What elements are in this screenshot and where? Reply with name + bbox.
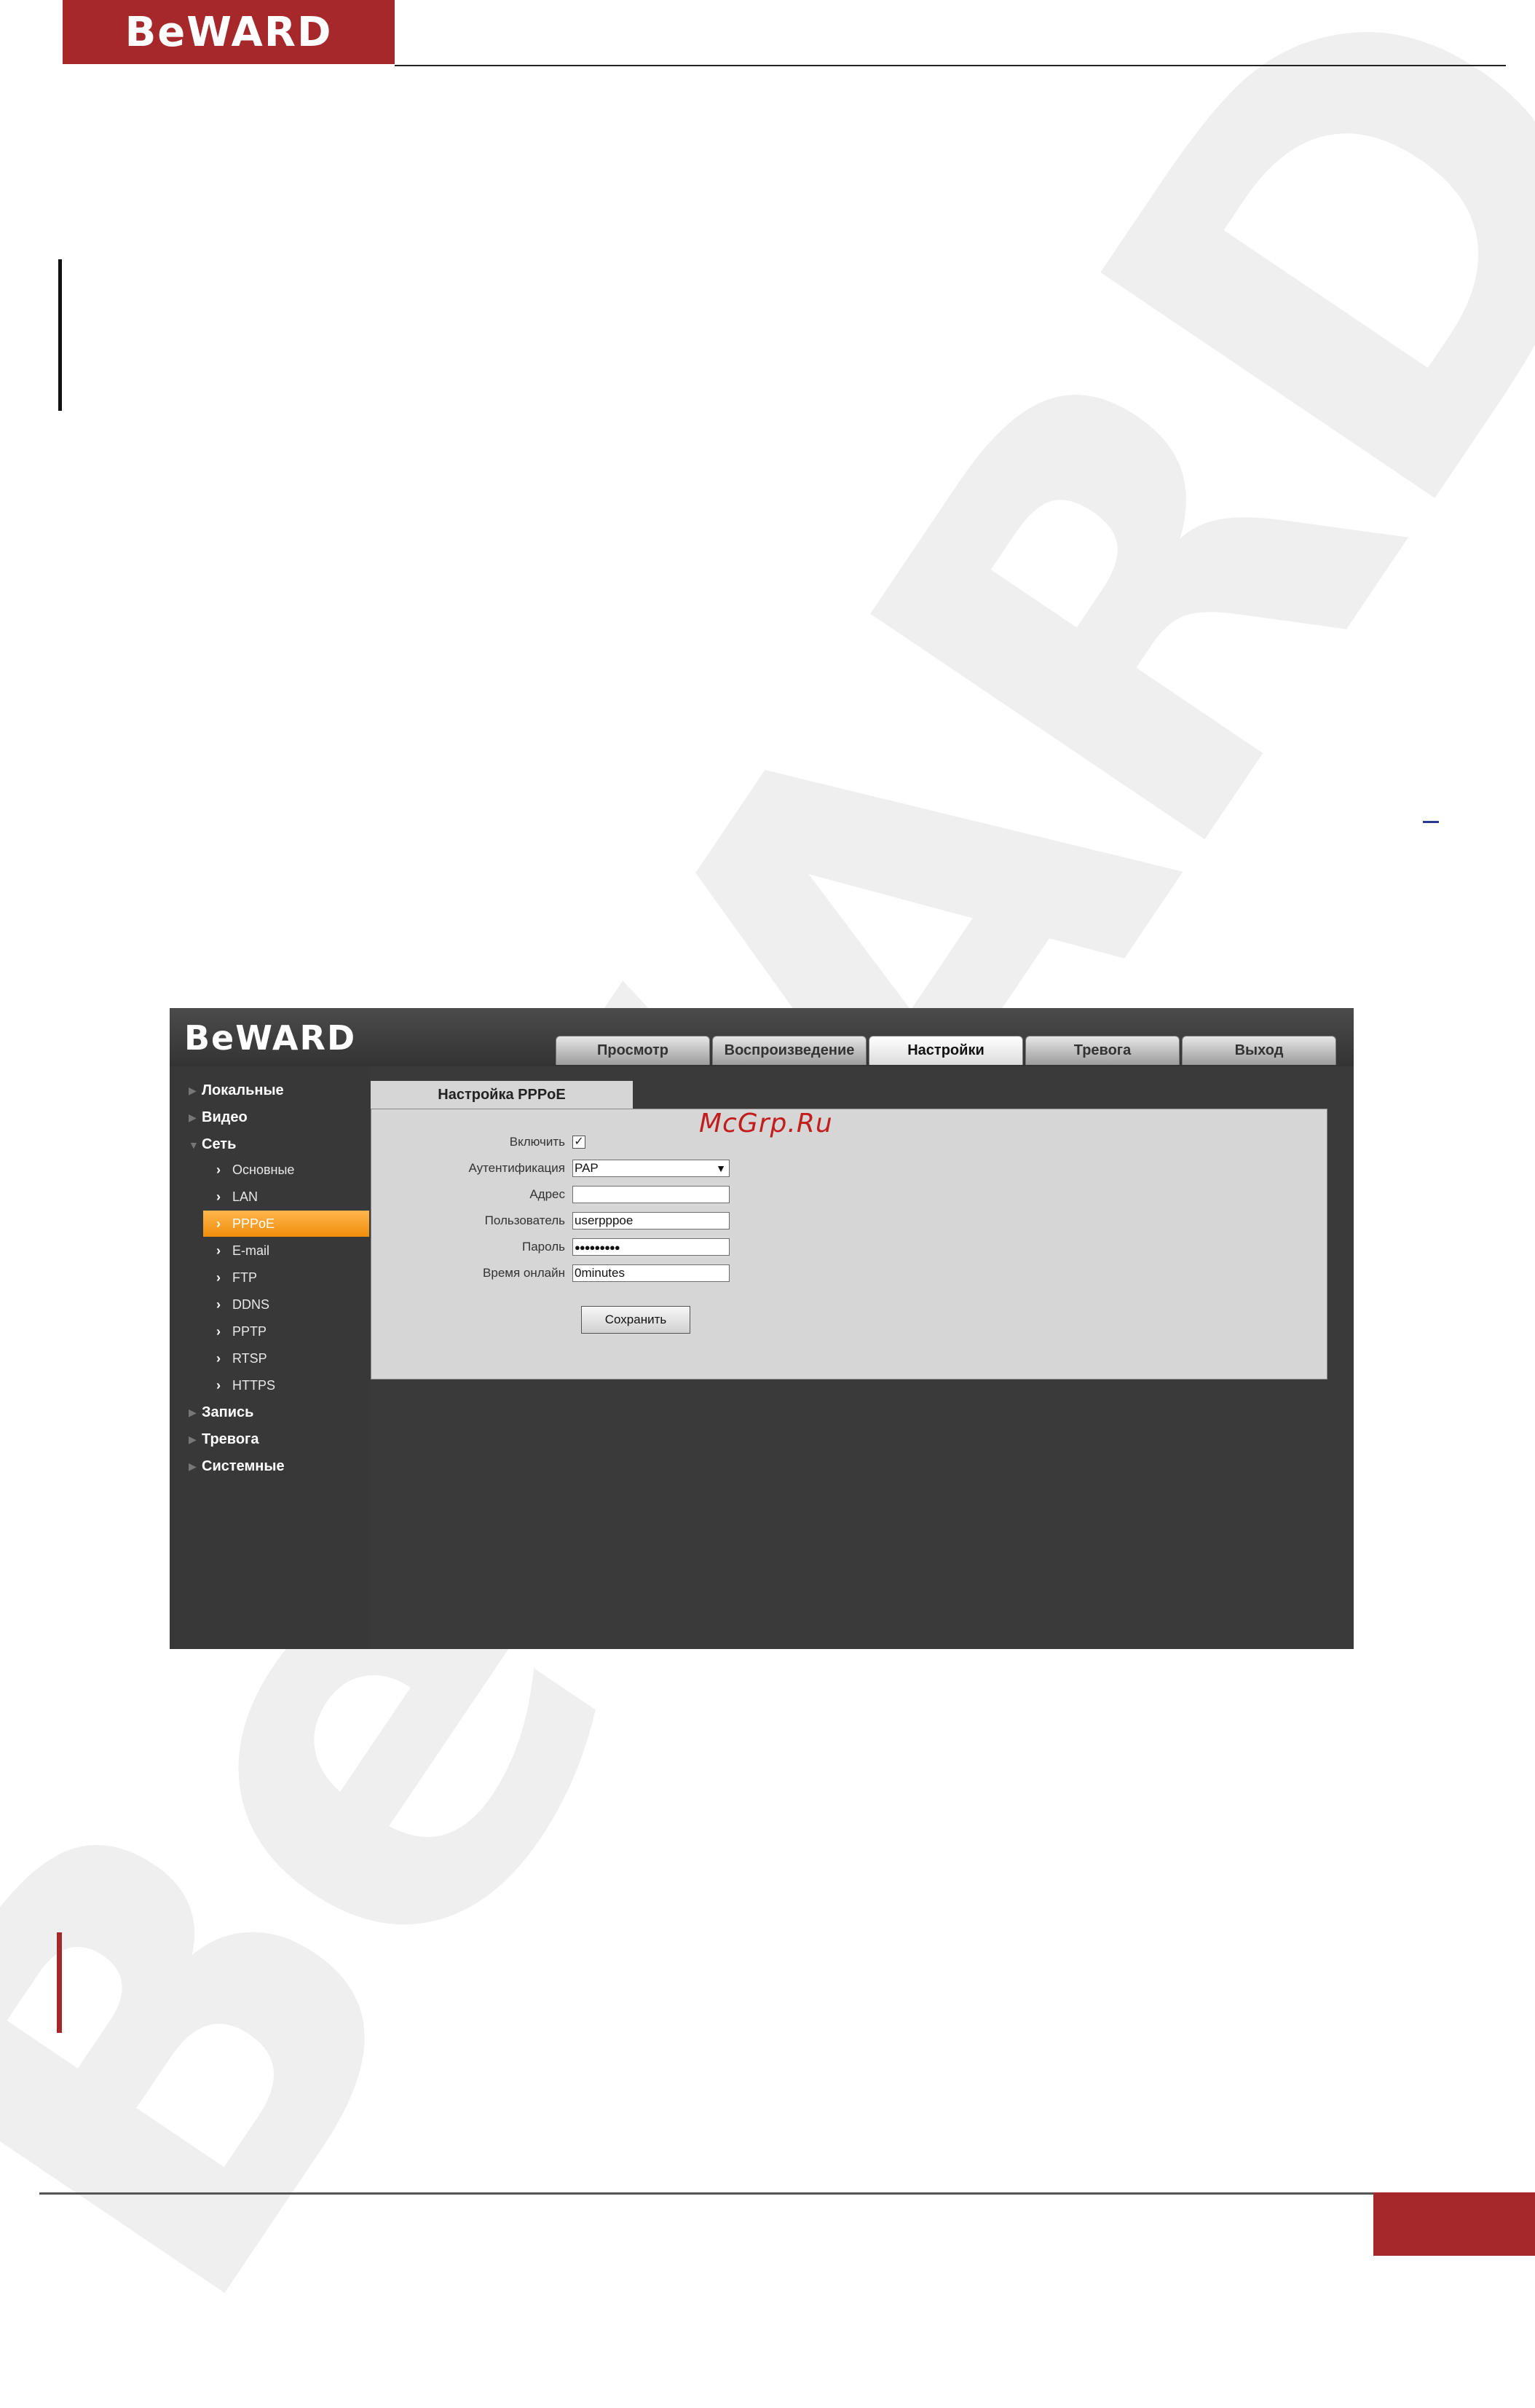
settings-sidebar: ▶ Локальные ▶ Видео ▼ Сеть › Основные › …	[170, 1066, 370, 1649]
chevron-right-icon: ›	[216, 1270, 221, 1285]
tab-preview[interactable]: Просмотр	[556, 1036, 710, 1065]
chevron-right-icon: ›	[216, 1323, 221, 1339]
sidebar-item-pptp[interactable]: › PPTP	[203, 1318, 369, 1345]
app-logo-text: BeWARD	[184, 1018, 357, 1058]
sidebar-item-label: HTTPS	[232, 1377, 276, 1393]
section-marker-red	[57, 1932, 62, 2033]
sidebar-item-https[interactable]: › HTTPS	[203, 1372, 369, 1398]
sidebar-category-label: Запись	[202, 1404, 254, 1420]
auth-label: Аутентификация	[468, 1161, 565, 1175]
user-label: Пользователь	[484, 1213, 565, 1227]
sidebar-category-label: Видео	[202, 1109, 248, 1125]
sidebar-category-label: Локальные	[202, 1082, 284, 1098]
sidebar-item-pppoe[interactable]: › PPPoE	[203, 1211, 369, 1237]
sidebar-category-label: Сеть	[202, 1136, 237, 1152]
password-row: Пароль ●●●●●●●●●	[371, 1238, 730, 1256]
sidebar-item-lan[interactable]: › LAN	[203, 1184, 369, 1210]
sidebar-item-label: DDNS	[232, 1297, 270, 1312]
sidebar-item-label: LAN	[232, 1189, 259, 1204]
sidebar-item-label: E-mail	[232, 1243, 270, 1258]
tab-playback[interactable]: Воспроизведение	[712, 1036, 867, 1065]
enable-row: Включить ✓	[371, 1133, 585, 1152]
auth-selected-value: PAP	[575, 1161, 599, 1175]
online-time-label: Время онлайн	[483, 1266, 565, 1280]
sidebar-item-label: PPPoE	[232, 1216, 275, 1231]
app-logo: BeWARD	[184, 1018, 356, 1058]
pppoe-settings-panel: Включить ✓ Аутентификация PAP ▼ Адрес По…	[371, 1109, 1327, 1380]
expand-triangle-icon: ▶	[189, 1111, 197, 1123]
tab-settings[interactable]: Настройки	[869, 1036, 1023, 1065]
chevron-right-icon: ›	[216, 1189, 221, 1204]
footer-rule	[39, 2192, 1373, 2195]
chevron-right-icon: ›	[216, 1297, 221, 1312]
page-logo: BeWARD	[63, 0, 395, 64]
sidebar-category-network[interactable]: ▼ Сеть	[189, 1136, 237, 1153]
enable-checkbox[interactable]: ✓	[572, 1136, 585, 1149]
address-row: Адрес	[371, 1185, 730, 1204]
password-label: Пароль	[522, 1240, 565, 1254]
chevron-right-icon: ›	[216, 1162, 221, 1177]
address-label: Адрес	[529, 1187, 565, 1201]
sidebar-item-rtsp[interactable]: › RTSP	[203, 1345, 369, 1372]
auth-select[interactable]: PAP ▼	[572, 1160, 730, 1177]
sidebar-item-label: FTP	[232, 1270, 257, 1285]
address-input[interactable]	[572, 1186, 730, 1203]
chevron-right-icon: ›	[216, 1243, 221, 1258]
online-time-field: 0minutes	[572, 1264, 730, 1282]
header-rule	[395, 65, 1506, 66]
site-watermark: McGrp.Ru	[699, 1109, 833, 1138]
expand-triangle-icon: ▶	[189, 1406, 197, 1418]
sidebar-category-alarm[interactable]: ▶ Тревога	[189, 1431, 259, 1448]
pppoe-settings-tab[interactable]: Настройка PPPoE	[371, 1081, 633, 1109]
save-button[interactable]: Сохранить	[581, 1306, 690, 1334]
sidebar-category-label: Системные	[202, 1458, 285, 1474]
collapse-triangle-icon: ▼	[189, 1138, 199, 1151]
sidebar-item-label: RTSP	[232, 1350, 267, 1366]
sidebar-item-label: PPTP	[232, 1323, 267, 1339]
sidebar-item-basic[interactable]: › Основные	[203, 1157, 369, 1183]
password-input[interactable]: ●●●●●●●●●	[572, 1238, 730, 1256]
sidebar-category-video[interactable]: ▶ Видео	[189, 1109, 248, 1126]
page-logo-text: BeWARD	[125, 8, 333, 56]
sidebar-item-label: Основные	[232, 1162, 295, 1177]
user-row: Пользователь userpppoe	[371, 1211, 730, 1230]
chevron-right-icon: ›	[216, 1350, 221, 1366]
app-header: BeWARD Просмотр Воспроизведение Настройк…	[170, 1008, 1354, 1066]
footer-page-block	[1373, 2192, 1535, 2256]
sidebar-category-label: Тревога	[202, 1431, 259, 1447]
tab-logout[interactable]: Выход	[1182, 1036, 1336, 1065]
sidebar-item-ddns[interactable]: › DDNS	[203, 1291, 369, 1318]
expand-triangle-icon: ▶	[189, 1460, 197, 1472]
chevron-right-icon: ›	[216, 1216, 221, 1231]
tab-alarm[interactable]: Тревога	[1025, 1036, 1180, 1065]
sidebar-item-email[interactable]: › E-mail	[203, 1238, 369, 1264]
sidebar-category-record[interactable]: ▶ Запись	[189, 1404, 254, 1421]
sidebar-category-local[interactable]: ▶ Локальные	[189, 1082, 284, 1099]
sidebar-item-ftp[interactable]: › FTP	[203, 1264, 369, 1291]
chevron-down-icon: ▼	[716, 1162, 726, 1174]
camera-web-interface: BeWARD Просмотр Воспроизведение Настройк…	[170, 1008, 1354, 1649]
link-underline-mark	[1423, 821, 1439, 823]
user-input[interactable]: userpppoe	[572, 1212, 730, 1229]
online-time-row: Время онлайн 0minutes	[371, 1264, 730, 1283]
expand-triangle-icon: ▶	[189, 1085, 197, 1096]
auth-row: Аутентификация PAP ▼	[371, 1159, 730, 1178]
expand-triangle-icon: ▶	[189, 1433, 197, 1445]
sidebar-category-system[interactable]: ▶ Системные	[189, 1458, 285, 1475]
chevron-right-icon: ›	[216, 1377, 221, 1393]
section-marker-black	[58, 259, 62, 411]
enable-label: Включить	[509, 1135, 565, 1149]
main-tabs: Просмотр Воспроизведение Настройки Трево…	[556, 1036, 1338, 1065]
